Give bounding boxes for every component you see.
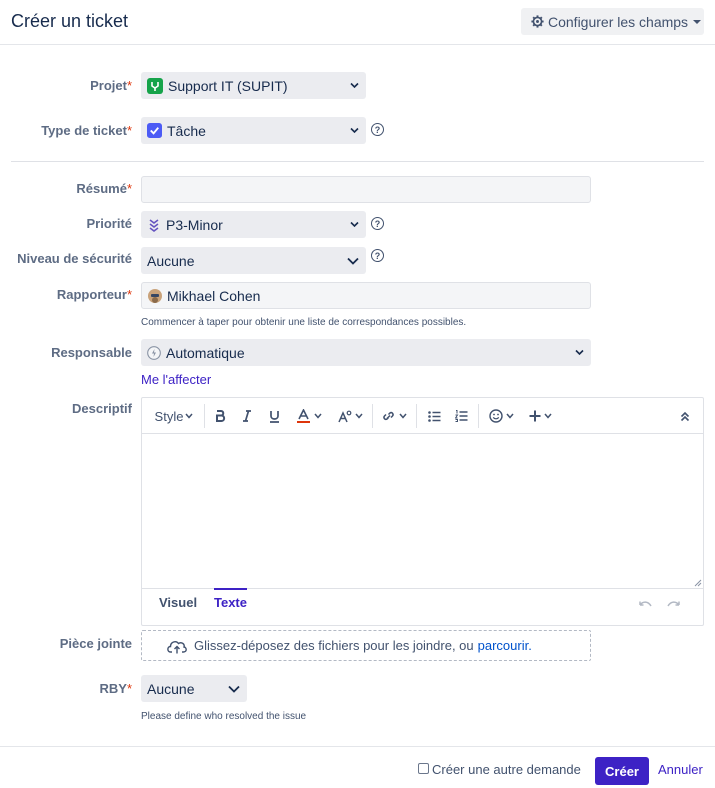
style-dropdown-label: Style <box>154 408 184 424</box>
avatar <box>148 288 162 303</box>
chevron-down-icon <box>575 349 584 355</box>
chevron-down-icon <box>350 127 359 133</box>
attachment-dropzone[interactable]: Glissez-déposez des fichiers pour les jo… <box>141 630 591 661</box>
project-value: Support IT (SUPIT) <box>168 77 288 94</box>
chevron-down-icon <box>350 221 359 227</box>
editor-toolbar: Style <box>142 398 703 434</box>
rby-label: RBY* <box>99 681 132 696</box>
toolbar-separator <box>372 404 373 428</box>
description-label: Descriptif <box>72 401 132 416</box>
chevron-down-icon <box>313 413 322 419</box>
assign-to-me-link[interactable]: Me l'affecter <box>141 372 211 387</box>
rby-select[interactable]: Aucune <box>141 675 247 702</box>
toolbar-separator <box>478 404 479 428</box>
chevron-down-icon <box>347 257 359 265</box>
chevron-down-icon <box>505 413 514 419</box>
italic-icon[interactable] <box>239 406 255 426</box>
help-icon[interactable]: ? <box>371 217 384 230</box>
summary-input[interactable] <box>141 176 591 203</box>
reporter-hint: Commencer à taper pour obtenir une liste… <box>141 317 467 328</box>
issue-type-select[interactable]: Tâche <box>141 117 366 144</box>
text-color-icon[interactable] <box>294 406 324 426</box>
bullet-list-icon[interactable] <box>426 406 442 426</box>
project-select[interactable]: Support IT (SUPIT) <box>141 72 366 99</box>
collapse-toolbar-icon[interactable] <box>677 406 693 426</box>
emoji-icon[interactable] <box>487 406 515 426</box>
text-formatting-icon[interactable] <box>336 406 364 426</box>
configure-fields-label: Configurer les champs <box>548 13 689 30</box>
priority-select[interactable]: P3-Minor <box>141 211 366 238</box>
chevron-down-icon <box>354 413 363 419</box>
configure-fields-button[interactable]: Configurer les champs <box>521 8 704 35</box>
dialog-header: Créer un ticket Configurer les champs <box>0 0 715 45</box>
tab-visual[interactable]: Visuel <box>159 595 197 610</box>
security-label: Niveau de sécurité <box>17 251 132 266</box>
reporter-label: Rapporteur* <box>56 287 132 302</box>
rby-hint: Please define who resolved the issue <box>141 711 307 722</box>
numbered-list-icon[interactable] <box>453 406 469 426</box>
create-button[interactable]: Créer <box>595 757 649 785</box>
cancel-button[interactable]: Annuler <box>658 762 703 777</box>
description-editor: Style Visuel Texte <box>141 397 704 626</box>
insert-plus-icon[interactable] <box>527 406 553 426</box>
automatic-user-icon <box>147 345 161 360</box>
create-another-checkbox[interactable] <box>418 763 429 774</box>
browse-link[interactable]: parcourir. <box>478 638 532 653</box>
chevron-down-icon <box>543 413 552 419</box>
redo-icon[interactable] <box>667 601 680 610</box>
help-icon[interactable]: ? <box>371 123 384 136</box>
project-label: Projet* <box>90 78 132 93</box>
project-icon <box>147 77 163 94</box>
help-icon[interactable]: ? <box>371 249 384 262</box>
create-another-label[interactable]: Créer une autre demande <box>432 762 581 777</box>
summary-label: Résumé* <box>76 181 132 196</box>
chevron-down-icon <box>228 685 240 693</box>
active-tab-indicator <box>214 588 247 590</box>
attachment-text: Glissez-déposez des fichiers pour les jo… <box>194 638 474 653</box>
priority-minor-icon <box>147 218 161 232</box>
toolbar-separator <box>416 404 417 428</box>
task-icon <box>147 123 162 138</box>
security-select[interactable]: Aucune <box>141 247 366 274</box>
assignee-select[interactable]: Automatique <box>141 339 591 366</box>
priority-value: P3-Minor <box>166 216 223 233</box>
reporter-value: Mikhael Cohen <box>167 287 261 304</box>
caret-down-icon <box>693 19 702 24</box>
assignee-value: Automatique <box>166 344 245 361</box>
tab-text[interactable]: Texte <box>214 595 247 610</box>
chevron-down-icon <box>350 82 359 88</box>
attachment-label: Pièce jointe <box>59 636 132 651</box>
chevron-down-icon <box>185 413 194 419</box>
underline-icon[interactable] <box>266 406 282 426</box>
divider <box>11 161 704 162</box>
assignee-label: Responsable <box>51 345 132 360</box>
dialog-title: Créer un ticket <box>11 11 129 31</box>
priority-label: Priorité <box>86 216 132 231</box>
description-textarea[interactable] <box>142 434 703 589</box>
issue-type-label: Type de ticket* <box>41 123 132 138</box>
cloud-upload-icon <box>167 640 187 653</box>
security-value: Aucune <box>147 252 195 269</box>
link-icon[interactable] <box>380 406 408 426</box>
undo-icon[interactable] <box>639 601 652 610</box>
bold-icon[interactable] <box>212 406 228 426</box>
style-dropdown[interactable]: Style <box>152 406 196 426</box>
resize-handle-icon[interactable] <box>694 579 702 587</box>
rby-value: Aucune <box>147 680 195 697</box>
toolbar-separator <box>204 404 205 428</box>
chevron-down-icon <box>399 413 407 419</box>
reporter-input[interactable]: Mikhael Cohen <box>141 282 591 309</box>
gear-icon <box>531 15 544 28</box>
issue-type-value: Tâche <box>167 122 206 139</box>
